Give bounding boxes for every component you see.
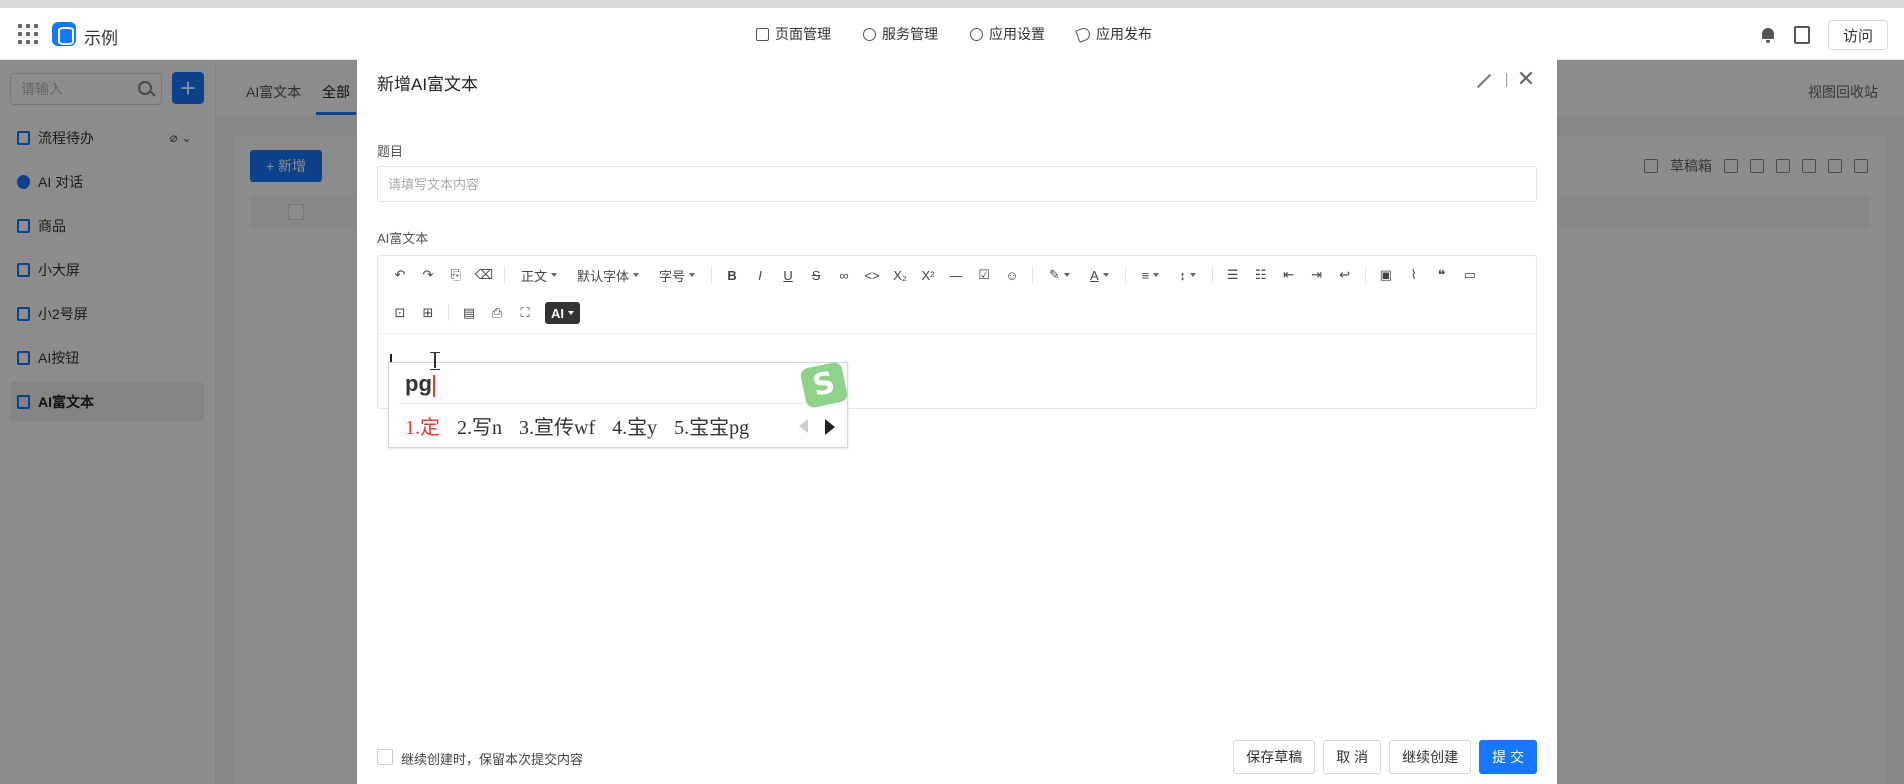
clear-format-icon[interactable]: ⌫ [470,261,498,289]
expand-icon[interactable] [1477,73,1491,87]
top-strip [0,0,1904,8]
cancel-button[interactable]: 取 消 [1323,740,1382,774]
ai-dropdown-button[interactable]: AI [545,302,580,324]
send-icon [1075,25,1092,43]
superscript-icon[interactable]: X² [914,261,942,289]
highlight-color-icon[interactable]: ✎ [1039,261,1080,289]
toolbar-divider [711,267,713,283]
ime-candidate-list: 1.定 2.写n 3.宣传wf 4.宝y 5.宝宝pg [405,411,749,440]
ime-candidate[interactable]: 5.宝宝pg [674,411,749,440]
richtext-field-label: AI富文本 [377,231,429,246]
quote-icon[interactable]: ❝ [1428,261,1456,289]
ime-composition-text: pg [405,371,432,396]
italic-icon[interactable]: I [746,261,774,289]
ime-candidate[interactable]: 2.写n [457,411,502,440]
sogou-logo-icon: S [799,361,849,409]
nav-label: 页面管理 [775,26,831,42]
print-icon[interactable]: ⎙ [483,299,511,327]
insert-block-icon[interactable]: ⊡ [386,299,414,327]
font-color-icon[interactable]: A [1080,261,1119,289]
ime-prev-page-icon[interactable] [799,419,808,433]
align-icon[interactable]: ≡ [1132,261,1170,289]
bell-icon[interactable] [1760,26,1776,44]
ime-candidate-window: pg S 1.定 2.写n 3.宣传wf 4.宝y 5.宝宝pg [388,361,849,448]
font-size-select[interactable]: 字号 [649,261,705,289]
format-painter-icon[interactable]: ⎘ [442,261,470,289]
app-logo-icon [52,22,76,46]
ime-candidate[interactable]: 3.宣传wf [519,411,595,440]
subscript-icon[interactable]: X₂ [886,261,914,289]
title-input[interactable] [377,166,1537,202]
title-field-label: 题目 [377,144,404,159]
nav-app-settings[interactable]: 应用设置 [970,24,1045,44]
toolbar-divider [1211,267,1213,283]
undo-icon[interactable]: ↶ [386,261,414,289]
save-draft-button[interactable]: 保存草稿 [1233,740,1316,774]
ime-next-page-icon[interactable] [825,419,835,435]
document-icon[interactable] [1794,26,1810,44]
bold-icon[interactable]: B [718,261,746,289]
outdent-icon[interactable]: ⇤ [1275,261,1303,289]
ordered-list-icon[interactable]: ☷ [1247,261,1275,289]
submit-button[interactable]: 提 交 [1479,740,1537,774]
text-cursor-icon [430,352,440,370]
paragraph-select[interactable]: 正文 [511,261,567,289]
gear-icon [970,27,983,41]
ime-divider [399,403,803,404]
divider [1506,73,1507,87]
nav-label: 应用发布 [1096,26,1152,42]
nav-label: 应用设置 [989,26,1045,42]
emoji-icon[interactable]: ☺ [998,261,1026,289]
keep-content-label: 继续创建时，保留本次提交内容 [401,752,584,767]
indent-icon[interactable]: ⇥ [1303,261,1331,289]
code-icon[interactable]: <> [858,261,886,289]
visit-button[interactable]: 访问 [1828,20,1888,50]
nav-page-management[interactable]: 页面管理 [756,24,831,44]
nav-app-publish[interactable]: 应用发布 [1075,24,1152,44]
close-icon[interactable]: ✕ [1513,66,1539,92]
todo-icon[interactable]: ☑ [970,261,998,289]
bullet-list-icon[interactable]: ☰ [1219,261,1247,289]
modal-title: 新增AI富文本 [377,75,479,94]
image-icon[interactable]: ▣ [1372,261,1400,289]
wrap-icon[interactable]: ↩ [1331,261,1359,289]
service-icon [863,27,876,41]
toolbar-divider [504,267,505,283]
attachment-icon[interactable]: ⌇ [1400,261,1428,289]
keep-content-checkbox[interactable] [377,749,393,765]
underline-icon[interactable]: U [774,261,802,289]
app-name: 示例 [84,29,118,48]
nav-label: 服务管理 [882,26,938,42]
modal-footer-buttons: 保存草稿 取 消 继续创建 提 交 [1233,740,1537,774]
link-icon[interactable]: ∞ [830,261,858,289]
line-height-icon[interactable]: ↕ [1169,261,1206,289]
editor-toolbar-row-1: ↶ ↷ ⎘ ⌫ 正文 默认字体 字号 B I U S ∞ <> X₂ X² — … [378,256,1536,294]
font-family-select[interactable]: 默认字体 [567,261,649,289]
table-icon[interactable]: ⊞ [414,299,442,327]
top-nav: 页面管理 服务管理 应用设置 应用发布 [756,24,1152,44]
ime-caret [433,375,435,397]
top-right: 访问 [1760,20,1888,50]
toolbar-divider [1364,267,1366,283]
nav-service-management[interactable]: 服务管理 [863,24,938,44]
editor-toolbar-row-2: ⊡ ⊞ ▤ ⎙ ⛶ AI [378,294,1536,332]
horizontal-rule-icon[interactable]: — [942,261,970,289]
ime-candidate[interactable]: 4.宝y [612,411,657,440]
fullscreen-icon[interactable]: ⛶ [511,299,539,327]
apps-grid-icon[interactable] [18,24,38,44]
template-icon[interactable]: ▤ [455,299,483,327]
toolbar-divider [1124,267,1126,283]
page-icon [756,27,769,41]
redo-icon[interactable]: ↷ [414,261,442,289]
toolbar-divider [448,305,449,321]
continue-create-button[interactable]: 继续创建 [1389,740,1472,774]
toolbar-divider [1032,267,1034,283]
strikethrough-icon[interactable]: S [802,261,830,289]
ime-candidate[interactable]: 1.定 [405,411,440,440]
code-block-icon[interactable]: ▭ [1456,261,1484,289]
